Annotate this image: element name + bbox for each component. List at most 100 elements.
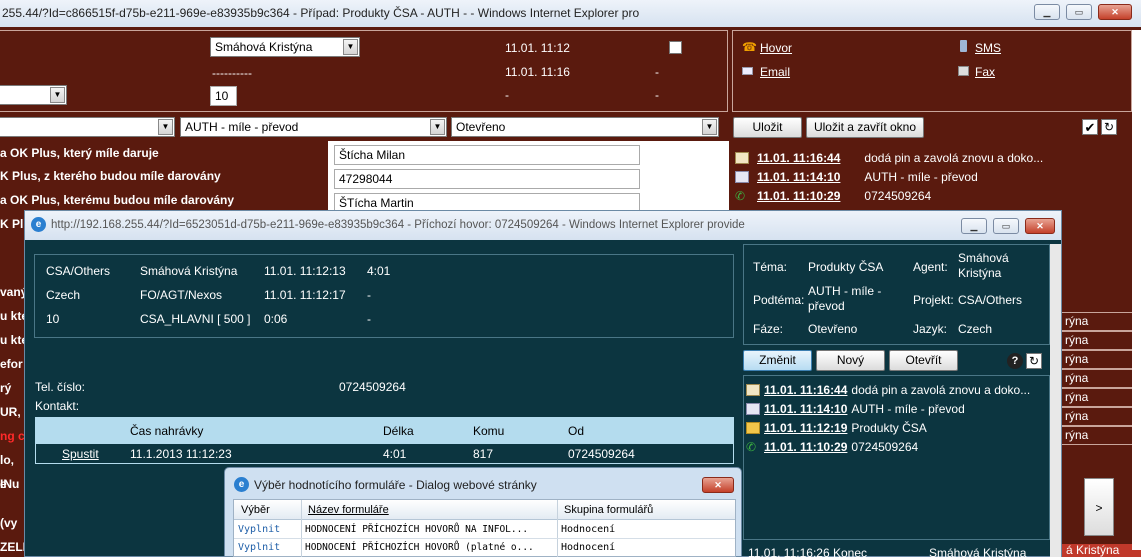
history-date: 11.01. 11:16:44 [764, 382, 848, 397]
subtopic-label: Podtéma: [753, 293, 805, 307]
phone-value: 0724509264 [339, 380, 406, 394]
refresh-icon[interactable]: ↻ [1026, 353, 1042, 369]
dialog-header-name[interactable]: Název formuláře [308, 504, 389, 516]
case-type-select[interactable]: ▼ [0, 117, 175, 137]
info-dash: - [367, 288, 371, 302]
info-line: CSA_HLAVNI [ 500 ] [140, 312, 251, 326]
form-name: HODNOCENÍ PŘÍCHOZÍCH HOVORŮ NA INFOL... [305, 524, 529, 535]
save-close-button[interactable]: Uložit a zavřít okno [806, 117, 924, 138]
note-icon [746, 383, 760, 396]
fill-link[interactable]: Vyplnit [238, 542, 280, 553]
rec-header-from: Od [568, 424, 585, 438]
call-window-scrollbar[interactable] [1050, 244, 1061, 557]
close-button[interactable]: ✕ [1098, 4, 1132, 20]
info-answer-time: 11.01. 11:12:17 [264, 288, 346, 302]
fax-icon [958, 66, 969, 76]
right-tab[interactable]: rýna [1060, 312, 1140, 331]
language-label: Jazyk: [913, 322, 948, 336]
agent-select[interactable]: Smáhová Kristýna ▼ [210, 37, 360, 57]
field-input-1[interactable]: Štícha Milan [334, 145, 640, 165]
rec-header-time: Čas nahrávky [130, 424, 204, 438]
note-icon [735, 151, 749, 164]
minimize-button[interactable]: ▁ [1034, 4, 1060, 20]
info-duration: 4:01 [367, 264, 391, 278]
dialog-close-button[interactable]: ✕ [702, 477, 734, 493]
right-tab[interactable]: rýna [1060, 369, 1140, 388]
maximize-button[interactable]: ▭ [1066, 4, 1092, 20]
call-title-bar[interactable]: e http://192.168.255.44/?Id=6523051d-d75… [25, 211, 1061, 240]
open-button[interactable]: Otevřít [889, 350, 958, 371]
minimize-button[interactable]: ▁ [961, 218, 987, 234]
project-value: CSA/Others [958, 293, 1023, 307]
phase-value: Otevřeno [808, 322, 858, 336]
call-link[interactable]: Hovor [760, 41, 792, 55]
right-tab[interactable]: rýna [1060, 426, 1140, 445]
ie-icon: e [31, 217, 46, 232]
right-tab[interactable]: rýna [1060, 388, 1140, 407]
history-item[interactable]: ✆ 11.01. 11:10:29 0724509264 [735, 186, 931, 205]
chevron-down-icon: ▼ [702, 119, 717, 135]
left-fragment: ng c [0, 429, 25, 443]
info-queue: FO/AGT/Nexos [140, 288, 223, 302]
close-button[interactable]: ✕ [1025, 218, 1055, 234]
save-button[interactable]: Uložit [733, 117, 802, 138]
history-date: 11.01. 11:14:10 [757, 169, 841, 184]
right-tab[interactable]: rýna [1060, 350, 1140, 369]
dash-1: - [655, 65, 659, 79]
history-item[interactable]: 11.01. 11:16:44 dodá pin a zavolá znovu … [735, 148, 1043, 167]
new-button[interactable]: Nový [816, 350, 885, 371]
subtopic-select[interactable]: AUTH - míle - převod ▼ [180, 117, 447, 137]
history-text: dodá pin a zavolá znovu a doko... [864, 150, 1044, 165]
call-history-item[interactable]: 11.01. 11:12:19 Produkty ČSA [746, 418, 927, 437]
change-button[interactable]: Změnit [743, 350, 812, 371]
subtopic-value: AUTH - míle - převod [808, 284, 882, 313]
call-history-item[interactable]: 11.01. 11:14:10 AUTH - míle - převod [746, 399, 965, 418]
phase-label: Fáze: [753, 322, 784, 336]
rec-header-length: Délka [383, 424, 414, 438]
agent-label: Agent: [913, 260, 948, 274]
help-icon[interactable]: ? [1007, 353, 1023, 369]
dash-2: - [655, 88, 659, 102]
folder-icon [746, 421, 760, 434]
rec-to: 817 [473, 447, 494, 461]
history-date: 11.01. 11:16:44 [757, 150, 841, 165]
number-input[interactable]: 10 [210, 86, 237, 106]
left-fragment: rý [0, 381, 12, 395]
call-history-item[interactable]: ✆ 11.01. 11:10:29 0724509264 [746, 437, 918, 456]
form-name: HODNOCENÍ PŘÍCHOZÍCH HOVORŮ (platné o... [305, 542, 534, 553]
field-input-2[interactable]: 47298044 [334, 169, 640, 189]
chevron-down-icon: ▼ [343, 39, 358, 55]
chevron-down-icon: ▼ [158, 119, 173, 135]
main-title-bar[interactable]: 255.44/?Id=c866515f-d75b-e211-969e-e8393… [0, 0, 1141, 27]
call-window-title: http://192.168.255.44/?Id=6523051d-d75b-… [51, 219, 745, 231]
phone-icon: ✆ [746, 439, 757, 454]
call-history-item[interactable]: 11.01. 11:16:44 dodá pin a zavolá znovu … [746, 380, 1030, 399]
right-tab[interactable]: rýna [1060, 407, 1140, 426]
time-3: - [505, 88, 509, 102]
checkbox[interactable] [669, 41, 682, 54]
left-fragment: efor [0, 357, 23, 371]
left-fragment: (vy [0, 516, 18, 530]
check-icon[interactable]: ✔ [1082, 119, 1098, 135]
fill-link[interactable]: Vyplnit [238, 524, 280, 535]
history-text: AUTH - míle - převod [851, 401, 965, 416]
left-select[interactable]: ▼ [0, 85, 67, 105]
phone-icon: ✆ [735, 188, 746, 203]
subtopic-select-value: AUTH - míle - převod [185, 120, 299, 134]
maximize-button[interactable]: ▭ [993, 218, 1019, 234]
right-tab[interactable]: rýna [1060, 331, 1140, 350]
play-link[interactable]: Spustit [62, 447, 99, 461]
sms-link[interactable]: SMS [975, 41, 1001, 55]
side-scroll-button[interactable]: > [1084, 478, 1114, 536]
state-select[interactable]: Otevřeno ▼ [451, 117, 719, 137]
rec-header-to: Komu [473, 424, 505, 438]
bottom-right-badge: á Kristýna [1060, 544, 1141, 557]
refresh-icon[interactable]: ↻ [1101, 119, 1117, 135]
bottom-row-date: 11.01. 11:16:26 Konec [748, 546, 867, 557]
history-date: 11.01. 11:10:29 [757, 188, 841, 203]
history-date: 11.01. 11:10:29 [764, 439, 848, 454]
rec-length: 4:01 [383, 447, 407, 461]
email-link[interactable]: Email [760, 65, 790, 79]
fax-link[interactable]: Fax [975, 65, 995, 79]
history-item[interactable]: 11.01. 11:14:10 AUTH - míle - převod [735, 167, 978, 186]
